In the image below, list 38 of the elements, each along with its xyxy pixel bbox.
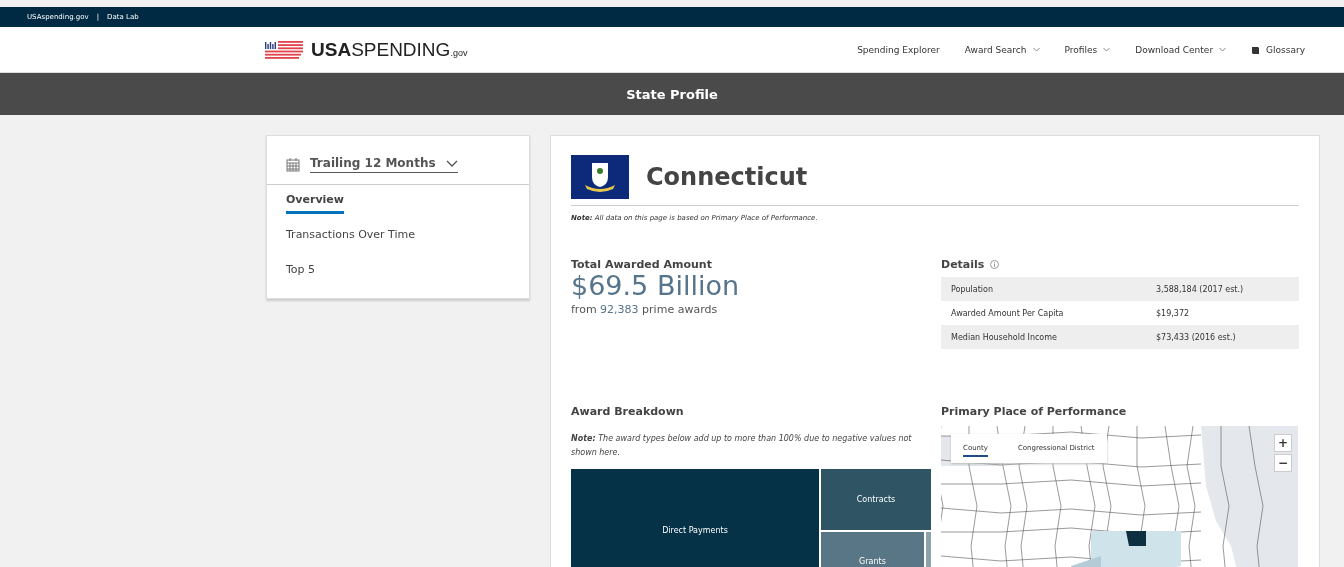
sidebar-item[interactable]: Transactions Over Time	[286, 228, 416, 249]
detail-label: Median Household Income	[951, 332, 1058, 342]
details-title: Details	[941, 258, 985, 271]
breakdown-title: Award Breakdown	[571, 405, 685, 418]
page-title: State Profile	[626, 86, 718, 102]
treemap-tile[interactable]: Direct Payments	[571, 468, 819, 567]
state-name: Connecticut	[646, 163, 808, 191]
detail-value: 3,588,184 (2017 est.)	[1156, 284, 1245, 294]
total-label: Total Awarded Amount	[571, 258, 713, 271]
caret-icon	[1032, 47, 1040, 52]
logo-text[interactable]: USASPENDING.gov	[311, 38, 468, 61]
treemap-tile[interactable]: Grants	[821, 531, 924, 567]
caret-icon	[1103, 47, 1111, 52]
caret-icon	[1219, 47, 1227, 52]
nav-link[interactable]: Profiles	[1064, 44, 1111, 55]
nav-link[interactable]: Download Center	[1135, 44, 1227, 55]
detail-label: Awarded Amount Per Capita	[951, 308, 1065, 318]
info-icon[interactable]	[990, 260, 1000, 269]
sidebar-item[interactable]: Top 5	[286, 263, 316, 284]
breakdown-note: Note: The award types below add up to more than 100% due to negative values not shown here.	[571, 433, 913, 460]
nav-link[interactable]: Award Search	[964, 44, 1040, 55]
detail-label: Population	[951, 284, 995, 294]
nav-link[interactable]: Spending Explorer	[857, 44, 940, 55]
logo-icon	[265, 38, 305, 61]
treemap-tile[interactable]: Contracts	[821, 468, 931, 530]
zoom-out-button[interactable]: −	[1274, 454, 1292, 472]
sidebar-item[interactable]: Overview	[286, 193, 344, 214]
flag-icon	[571, 155, 629, 199]
calendar-icon	[286, 157, 300, 172]
nav-link[interactable]: Glossary	[1251, 44, 1305, 55]
total-amount: $69.5 Billion	[571, 271, 741, 301]
detail-value: $73,433 (2016 est.)	[1156, 332, 1237, 342]
map-title: Primary Place of Performance	[941, 405, 1128, 418]
award-count-text: from 92,383 prime awards	[571, 302, 719, 316]
period-dropdown[interactable]: Trailing 12 Months	[310, 156, 458, 173]
chevron-icon	[445, 159, 458, 167]
zoom-in-button[interactable]: +	[1274, 434, 1292, 452]
detail-value: $19,372	[1156, 308, 1191, 318]
